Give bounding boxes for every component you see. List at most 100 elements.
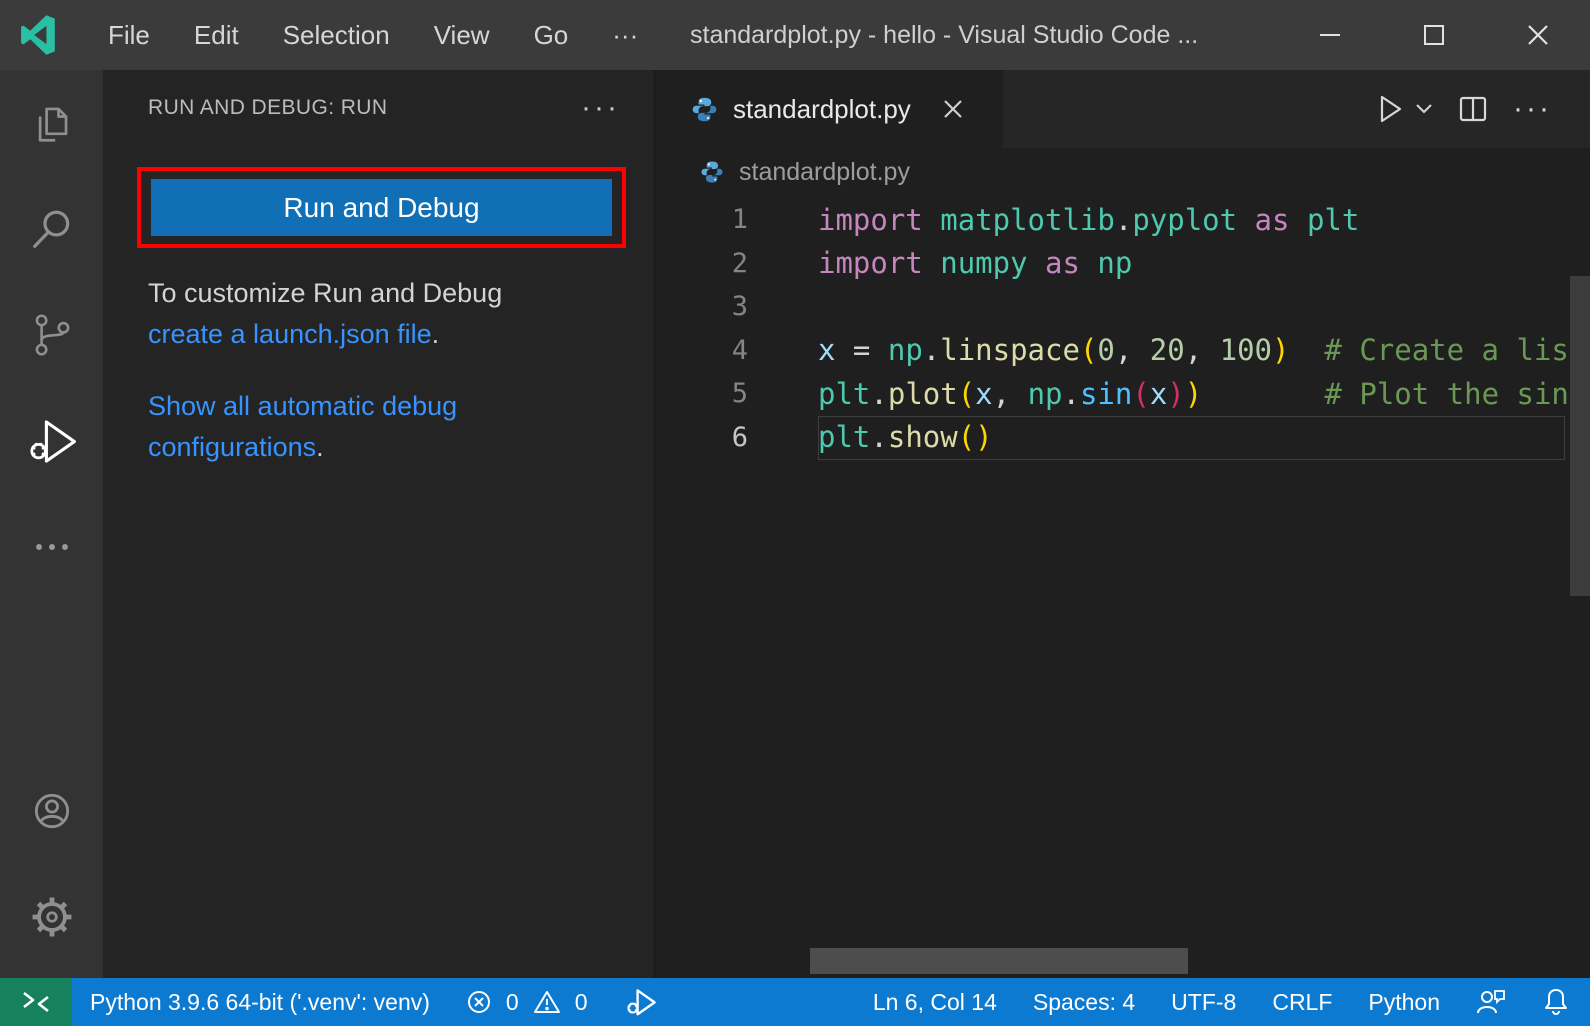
line-number: 3	[655, 291, 748, 322]
tab-filename: standardplot.py	[733, 94, 911, 125]
close-window-button[interactable]	[1486, 0, 1590, 70]
menu-view[interactable]: View	[412, 0, 512, 70]
line-col-label: Ln 6, Col 14	[873, 989, 997, 1016]
title-bar: File Edit Selection View Go ··· standard…	[0, 0, 1590, 70]
show-debug-configs-link[interactable]: Show all automatic debug configurations	[148, 391, 457, 462]
activity-more-button[interactable]	[0, 494, 103, 600]
split-editor-icon[interactable]	[1457, 93, 1489, 125]
minimize-icon	[1317, 22, 1343, 48]
menu-selection[interactable]: Selection	[261, 0, 412, 70]
python-file-icon	[700, 160, 724, 184]
language-mode-status[interactable]: Python	[1350, 978, 1458, 1026]
activity-run-debug-button[interactable]	[0, 388, 103, 494]
sidebar-title: RUN AND DEBUG: RUN	[148, 96, 581, 120]
feedback-button[interactable]	[1458, 978, 1524, 1026]
minimize-button[interactable]	[1278, 0, 1382, 70]
vscode-logo-icon	[18, 15, 58, 55]
menu-file[interactable]: File	[86, 0, 172, 70]
line-number: 6	[655, 422, 748, 453]
python-interpreter-status[interactable]: Python 3.9.6 64-bit ('.venv': venv)	[72, 978, 448, 1026]
editor-group: standardplot.py ··· standa	[655, 70, 1590, 978]
window-controls	[1278, 0, 1590, 70]
editor-actions: ···	[1375, 70, 1590, 148]
menu-go[interactable]: Go	[512, 0, 591, 70]
bell-icon	[1542, 987, 1570, 1017]
chevron-down-icon[interactable]	[1415, 103, 1433, 115]
encoding-status[interactable]: UTF-8	[1153, 978, 1254, 1026]
code-line-4[interactable]: 4x = np.linspace(0, 20, 100) # Create a …	[655, 329, 1590, 373]
feedback-icon	[1476, 988, 1506, 1016]
run-and-debug-button[interactable]: Run and Debug	[151, 179, 612, 236]
debug-status[interactable]	[606, 978, 676, 1026]
explorer-icon	[25, 96, 79, 150]
run-python-file-button[interactable]	[1375, 93, 1433, 125]
line-number: 4	[655, 335, 748, 366]
settings-gear-icon	[25, 890, 79, 944]
tab-bar: standardplot.py ···	[655, 70, 1590, 148]
run-play-icon	[1375, 93, 1405, 125]
remote-icon	[20, 987, 52, 1017]
account-icon	[24, 783, 80, 839]
notifications-button[interactable]	[1524, 978, 1576, 1026]
window-title: standardplot.py - hello - Visual Studio …	[690, 0, 1198, 70]
more-actions-icon[interactable]: ···	[1513, 104, 1552, 114]
code-line-3[interactable]: 3	[655, 285, 1590, 329]
code-editor[interactable]: 1import matplotlib.pyplot as plt2import …	[655, 196, 1590, 978]
warning-icon	[533, 989, 561, 1015]
code-line-2[interactable]: 2import numpy as np	[655, 242, 1590, 286]
encoding-label: UTF-8	[1171, 989, 1236, 1016]
create-launch-json-link[interactable]: create a launch.json file	[148, 319, 432, 349]
run-debug-icon	[24, 413, 80, 469]
red-highlight-annotation: Run and Debug	[137, 167, 626, 248]
language-label: Python	[1368, 989, 1440, 1016]
sidebar-more-actions-icon[interactable]: ···	[581, 103, 620, 113]
customize-hint-text: To customize Run and Debug create a laun…	[148, 273, 568, 355]
code-text: plt.plot(x, np.sin(x)) # Plot the sine	[748, 377, 1586, 411]
problems-status[interactable]: 0 0	[448, 978, 606, 1026]
code-text: import matplotlib.pyplot as plt	[748, 203, 1359, 237]
code-text: x = np.linspace(0, 20, 100) # Create a l…	[748, 333, 1586, 367]
source-control-icon	[26, 309, 78, 361]
breadcrumb[interactable]: standardplot.py	[655, 148, 1590, 196]
code-line-5[interactable]: 5plt.plot(x, np.sin(x)) # Plot the sine	[655, 372, 1590, 416]
remote-indicator[interactable]	[0, 978, 72, 1026]
python-version-label: Python 3.9.6 64-bit ('.venv': venv)	[90, 989, 430, 1016]
tab-standardplot[interactable]: standardplot.py	[655, 70, 1003, 148]
spaces-label: Spaces: 4	[1033, 989, 1135, 1016]
error-count: 0	[506, 989, 519, 1016]
eol-status[interactable]: CRLF	[1254, 978, 1350, 1026]
menu-edit[interactable]: Edit	[172, 0, 261, 70]
close-icon	[1525, 22, 1551, 48]
activity-search-button[interactable]	[0, 176, 103, 282]
status-bar: Python 3.9.6 64-bit ('.venv': venv) 0 0 …	[0, 978, 1590, 1026]
activity-explorer-button[interactable]	[0, 70, 103, 176]
more-icon	[25, 520, 79, 574]
activity-account-button[interactable]	[0, 758, 103, 864]
code-line-6[interactable]: 6plt.show()	[655, 416, 1590, 460]
python-file-icon	[691, 96, 718, 123]
vertical-scrollbar[interactable]	[1570, 276, 1590, 596]
activity-source-control-button[interactable]	[0, 282, 103, 388]
hint-period-2: .	[316, 432, 324, 462]
search-icon	[25, 202, 79, 256]
close-icon	[942, 98, 964, 120]
debug-icon	[624, 985, 658, 1019]
warning-count: 0	[575, 989, 588, 1016]
horizontal-scrollbar[interactable]	[810, 948, 1188, 974]
cursor-position-status[interactable]: Ln 6, Col 14	[855, 978, 1015, 1026]
activity-bar	[0, 70, 103, 978]
code-line-1[interactable]: 1import matplotlib.pyplot as plt	[655, 198, 1590, 242]
maximize-button[interactable]	[1382, 0, 1486, 70]
menu-more[interactable]: ···	[590, 0, 660, 70]
hint-period: .	[432, 319, 440, 349]
line-number: 1	[655, 204, 748, 235]
code-text: plt.show()	[748, 420, 993, 454]
menu-bar: File Edit Selection View Go ···	[86, 0, 660, 70]
activity-settings-button[interactable]	[0, 864, 103, 970]
error-icon	[466, 989, 492, 1015]
tab-close-button[interactable]	[942, 98, 964, 120]
indentation-status[interactable]: Spaces: 4	[1015, 978, 1153, 1026]
breadcrumb-filename: standardplot.py	[739, 158, 910, 187]
hint-prefix: To customize Run and Debug	[148, 273, 568, 314]
run-debug-sidebar: RUN AND DEBUG: RUN ··· Run and Debug To …	[103, 70, 655, 978]
